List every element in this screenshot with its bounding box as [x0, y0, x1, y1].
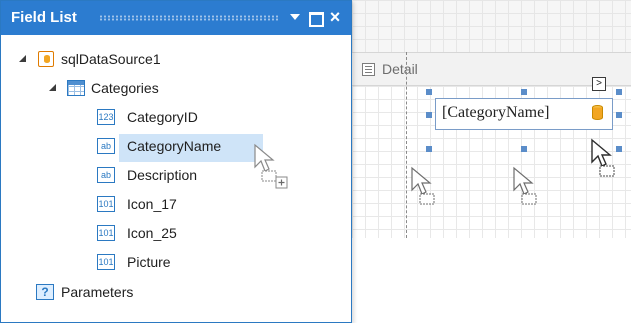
string-field-icon: ab: [97, 138, 115, 154]
resize-handle-ne[interactable]: [616, 89, 622, 95]
left-margin-line[interactable]: [406, 52, 407, 238]
binary-field-icon: 101: [97, 196, 115, 212]
tree-node-datasource[interactable]: sqlDataSource1: [1, 47, 351, 73]
number-field-icon: 123: [97, 109, 115, 125]
label-control-text: [CategoryName]: [442, 104, 550, 121]
designer-empty-area: [352, 238, 631, 323]
drag-cursor-icon: [513, 166, 537, 205]
tree-node-label: Picture: [127, 254, 171, 270]
database-binding-icon: [592, 105, 603, 120]
close-icon[interactable]: ×: [327, 8, 343, 26]
resize-handle-s[interactable]: [521, 146, 527, 152]
maximize-icon[interactable]: [307, 9, 324, 27]
resize-handle-sw[interactable]: [426, 146, 432, 152]
chevron-down-icon[interactable]: [287, 9, 303, 25]
tree-node-label: Icon_25: [127, 225, 177, 241]
drag-grip[interactable]: [99, 15, 279, 21]
tree-node-label: CategoryID: [127, 109, 198, 125]
resize-handle-e[interactable]: [616, 112, 622, 118]
tree-node-table[interactable]: Categories: [1, 76, 351, 102]
binary-field-icon: 101: [97, 225, 115, 241]
smart-tag-button[interactable]: >: [592, 77, 606, 91]
resize-handle-w[interactable]: [426, 112, 432, 118]
drag-cursor-icon: [591, 138, 615, 177]
band-label: Detail: [382, 61, 418, 77]
tree-node-label: CategoryName: [127, 138, 222, 154]
label-control[interactable]: [CategoryName]: [435, 98, 613, 130]
tree-node-field[interactable]: 123 CategoryID: [1, 105, 351, 131]
field-tree: sqlDataSource1 Categories 123 CategoryID…: [1, 35, 351, 322]
tree-node-label: Parameters: [61, 284, 134, 300]
database-icon: [38, 51, 54, 67]
band-icon: [362, 63, 375, 76]
binary-field-icon: 101: [97, 254, 115, 270]
drag-cursor-icon: [411, 166, 435, 205]
tree-node-field-selected[interactable]: ab CategoryName: [1, 134, 351, 162]
string-field-icon: ab: [97, 167, 115, 183]
expander-icon[interactable]: [49, 84, 57, 92]
tree-node-field[interactable]: 101 Icon_17: [1, 192, 351, 218]
top-margin-band[interactable]: [352, 0, 631, 52]
panel-title: Field List: [11, 9, 77, 26]
detail-band-header[interactable]: Detail: [352, 52, 631, 86]
tree-node-label: Icon_17: [127, 196, 177, 212]
tree-node-label: sqlDataSource1: [61, 51, 161, 67]
report-designer-surface[interactable]: Detail > [CategoryName]: [352, 0, 631, 323]
expander-icon[interactable]: [19, 55, 27, 63]
tree-node-field[interactable]: ab Description: [1, 163, 351, 189]
parameters-icon: ?: [36, 284, 54, 300]
tree-node-field[interactable]: 101 Icon_25: [1, 221, 351, 247]
table-icon: [67, 80, 85, 96]
resize-handle-n[interactable]: [521, 89, 527, 95]
resize-handle-nw[interactable]: [426, 89, 432, 95]
panel-title-bar[interactable]: Field List ×: [1, 1, 351, 35]
tree-node-label: Categories: [91, 80, 159, 96]
drag-copy-cursor-icon: [254, 143, 288, 189]
field-list-panel: Field List × sqlDataSource1 Categories 1…: [0, 0, 352, 323]
tree-node-label: Description: [127, 167, 198, 183]
tree-node-parameters[interactable]: ? Parameters: [1, 280, 351, 306]
tree-node-field[interactable]: 101 Picture: [1, 250, 351, 276]
